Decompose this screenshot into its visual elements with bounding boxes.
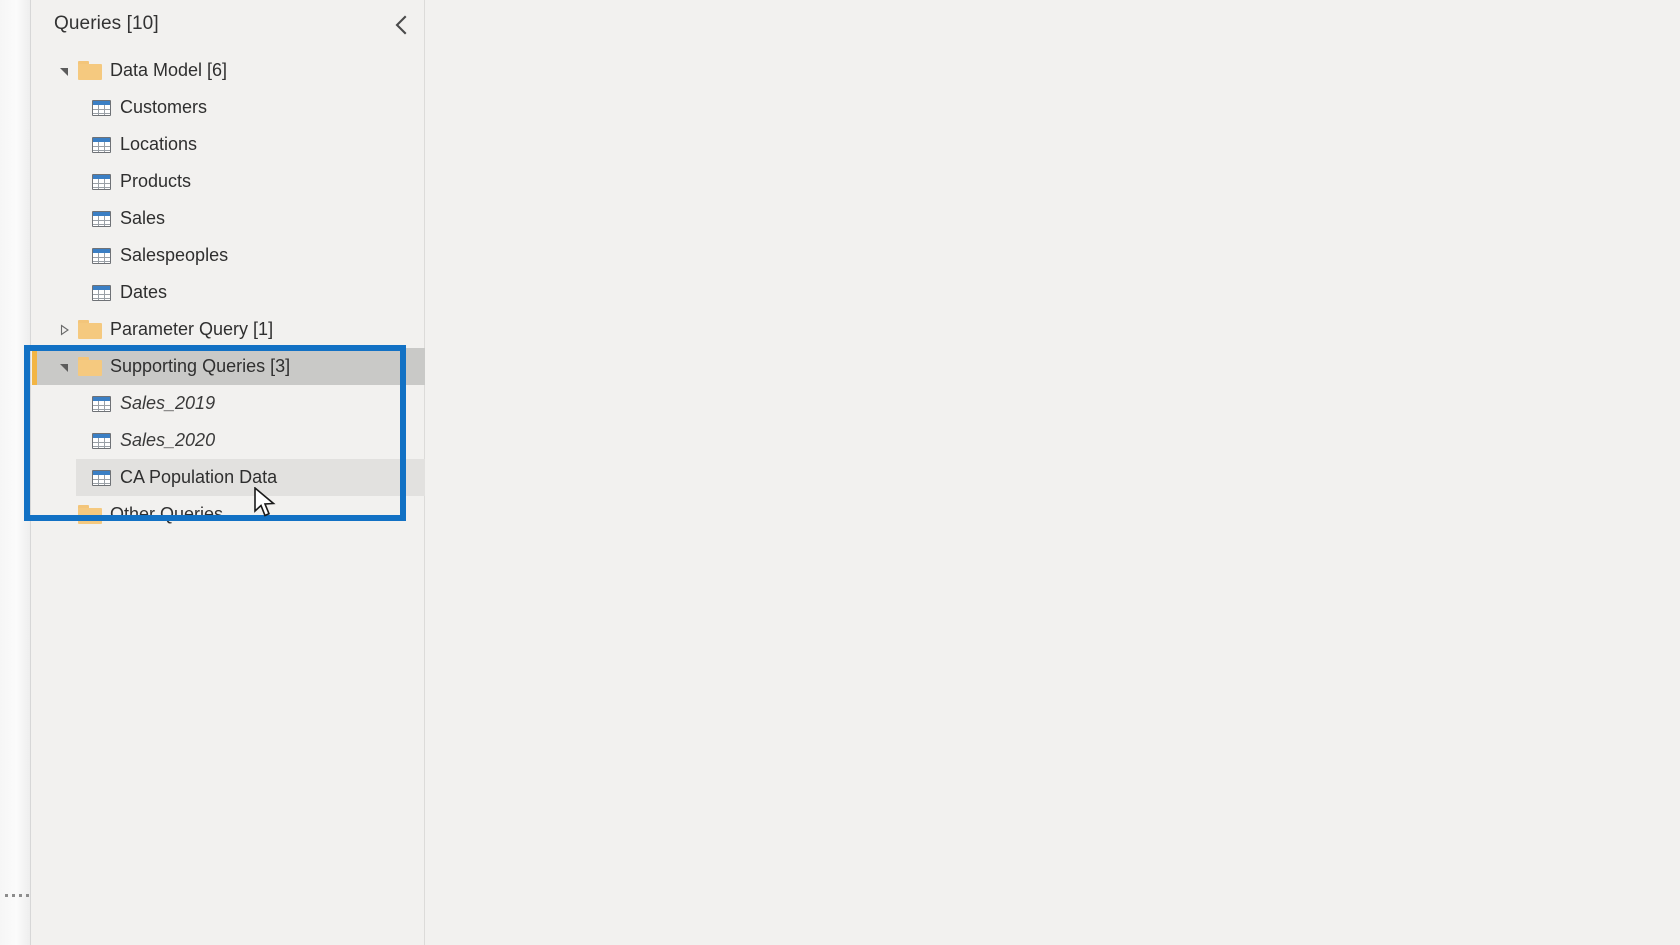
queries-tree[interactable]: Data Model [6] Customers Locations Products… <box>32 52 425 533</box>
collapse-pane-button[interactable] <box>384 10 418 40</box>
chevron-left-icon <box>395 15 406 35</box>
triangle-expanded-icon[interactable] <box>56 359 72 375</box>
tree-query-label: Sales_2019 <box>120 393 216 413</box>
tree-query-sales-2020[interactable]: Sales_2020 <box>32 422 425 459</box>
tree-folder-label: Data Model [6] <box>110 60 228 80</box>
tree-folder-label: Other Queries <box>110 504 224 524</box>
editor-canvas <box>426 0 1680 945</box>
selected-accent-bar <box>32 348 37 385</box>
tree-folder-label: Supporting Queries [3] <box>110 356 291 376</box>
tree-folder-supporting-queries-3[interactable]: Supporting Queries [3] <box>32 348 425 385</box>
power-query-window: Queries [10] Data Model [6] Customers Loca… <box>0 0 1680 945</box>
folder-icon <box>78 357 102 376</box>
tree-folder-parameter-query-1[interactable]: Parameter Query [1] <box>32 311 425 348</box>
table-icon <box>92 432 111 449</box>
tree-query-label: Dates <box>120 282 168 302</box>
table-icon <box>92 395 111 412</box>
table-icon <box>92 136 111 153</box>
tree-query-locations[interactable]: Locations <box>32 126 425 163</box>
tree-query-label: Customers <box>120 97 208 117</box>
tree-query-label: Sales_2020 <box>120 430 216 450</box>
left-gutter <box>0 0 36 945</box>
tree-query-customers[interactable]: Customers <box>32 89 425 126</box>
queries-pane-header: Queries [10] <box>32 0 425 52</box>
table-icon <box>92 469 111 486</box>
folder-icon <box>78 505 102 524</box>
tree-query-label: Products <box>120 171 192 191</box>
queries-pane: Queries [10] Data Model [6] Customers Loca… <box>32 0 425 945</box>
table-icon <box>92 99 111 116</box>
tree-query-label: CA Population Data <box>120 467 278 487</box>
tree-query-label: Sales <box>120 208 166 228</box>
table-icon <box>92 247 111 264</box>
tree-query-sales[interactable]: Sales <box>32 200 425 237</box>
queries-pane-title: Queries [10] <box>54 13 159 34</box>
folder-icon <box>78 61 102 80</box>
tree-query-products[interactable]: Products <box>32 163 425 200</box>
tree-query-sales-2019[interactable]: Sales_2019 <box>32 385 425 422</box>
triangle-expanded-icon[interactable] <box>56 63 72 79</box>
folder-icon <box>78 320 102 339</box>
table-icon <box>92 210 111 227</box>
tree-query-label: Locations <box>120 134 198 154</box>
tree-query-ca-population-data[interactable]: CA Population Data <box>32 459 425 496</box>
tree-query-dates[interactable]: Dates <box>32 274 425 311</box>
tree-folder-label: Parameter Query [1] <box>110 319 274 339</box>
tree-folder-data-model-6[interactable]: Data Model [6] <box>32 52 425 89</box>
tree-query-label: Salespeoples <box>120 245 229 265</box>
triangle-collapsed-icon[interactable] <box>56 322 72 338</box>
tree-folder-other-queries[interactable]: Other Queries <box>32 496 425 533</box>
tree-query-salespeoples[interactable]: Salespeoples <box>32 237 425 274</box>
table-icon <box>92 284 111 301</box>
table-icon <box>92 173 111 190</box>
